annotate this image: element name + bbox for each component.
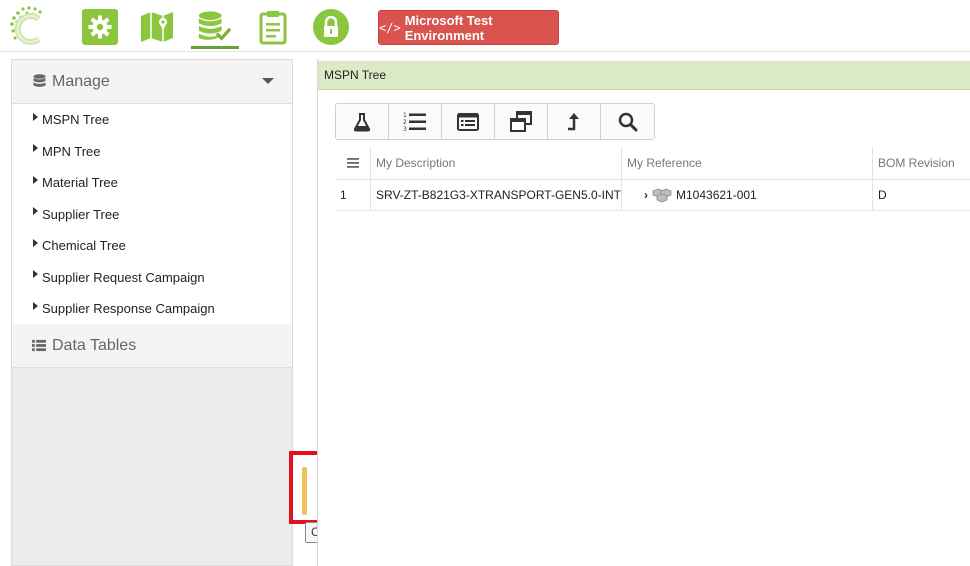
data-tables-label: Data Tables <box>52 336 137 354</box>
column-header-description[interactable]: My Description <box>371 147 622 179</box>
cell-reference: › M1043621-001 <box>622 180 873 210</box>
reference-value: M1043621-001 <box>676 188 757 202</box>
sidebar-item-mspn-tree[interactable]: MSPN Tree <box>12 104 292 136</box>
list-icon <box>32 338 46 354</box>
svg-text:1: 1 <box>403 112 407 119</box>
column-header-bom-revision[interactable]: BOM Revision <box>873 147 970 179</box>
clipboard-icon[interactable] <box>255 9 291 45</box>
caret-right-icon <box>33 207 38 216</box>
caret-right-icon <box>33 112 38 121</box>
gear-icon[interactable] <box>82 9 118 45</box>
search-button[interactable] <box>601 104 654 139</box>
manage-section-header[interactable]: Manage <box>12 60 292 104</box>
cell-description: SRV-ZT-B821G3-XTRANSPORT-GEN5.0-INTEL-2 <box>371 180 622 210</box>
search-icon <box>618 112 637 131</box>
table-list-icon <box>457 112 479 131</box>
chevron-right-icon[interactable]: › <box>644 188 648 202</box>
svg-text:2: 2 <box>403 119 407 126</box>
copy-windows-icon <box>510 110 532 132</box>
table-row[interactable]: 1 SRV-ZT-B821G3-XTRANSPORT-GEN5.0-INTEL-… <box>335 180 970 211</box>
parts-stack-icon <box>652 187 674 203</box>
environment-button[interactable]: </> Microsoft Test Environment <box>378 10 559 45</box>
sidebar-item-label: Material Tree <box>42 175 118 191</box>
sidebar-item-material-tree[interactable]: Material Tree <box>12 167 292 199</box>
caret-right-icon <box>33 175 38 184</box>
column-header-reference[interactable]: My Reference <box>622 147 873 179</box>
database-check-icon[interactable] <box>196 9 232 45</box>
flask-button[interactable] <box>336 104 389 139</box>
manage-menu-list: MSPN Tree MPN Tree Material Tree Supplie… <box>12 104 292 325</box>
column-menu-icon[interactable] <box>335 147 371 179</box>
cell-bom-revision: D <box>878 188 887 202</box>
caret-right-icon <box>33 301 38 310</box>
data-grid: My Description My Reference BOM Revision… <box>335 147 970 211</box>
lock-icon[interactable] <box>313 9 349 45</box>
sidebar-item-mpn-tree[interactable]: MPN Tree <box>12 136 292 168</box>
code-icon: </> <box>379 20 401 35</box>
sidebar-item-label: Supplier Response Campaign <box>42 301 215 317</box>
numbered-list-icon: 1 2 3 <box>403 112 426 133</box>
manage-label: Manage <box>52 72 110 90</box>
caret-right-icon <box>33 238 38 247</box>
database-icon <box>32 74 46 90</box>
sidebar-item-label: MPN Tree <box>42 143 101 159</box>
sidebar-item-chemical-tree[interactable]: Chemical Tree <box>12 230 292 262</box>
sidebar-item-label: Supplier Tree <box>42 206 120 222</box>
sidebar-item-label: Supplier Request Campaign <box>42 269 205 285</box>
sidebar-item-supplier-response-campaign[interactable]: Supplier Response Campaign <box>12 293 292 325</box>
sidebar-item-label: MSPN Tree <box>42 112 110 128</box>
sidebar-item-supplier-request-campaign[interactable]: Supplier Request Campaign <box>12 262 292 294</box>
sidebar-item-supplier-tree[interactable]: Supplier Tree <box>12 199 292 231</box>
svg-text:3: 3 <box>403 126 407 133</box>
move-up-button[interactable] <box>548 104 601 139</box>
chevron-down-icon[interactable] <box>262 78 274 84</box>
grid-header: My Description My Reference BOM Revision <box>335 147 970 180</box>
map-icon[interactable] <box>139 9 175 45</box>
data-tables-section-header[interactable]: Data Tables <box>12 324 292 368</box>
copy-windows-button[interactable] <box>495 104 548 139</box>
numbered-list-button[interactable]: 1 2 3 <box>389 104 442 139</box>
logo-c-icon[interactable] <box>4 2 54 50</box>
row-index: 1 <box>335 180 371 210</box>
caret-right-icon <box>33 270 38 279</box>
environment-button-label: Microsoft Test Environment <box>404 12 493 43</box>
active-tab-indicator <box>191 46 239 49</box>
flask-icon <box>353 112 371 131</box>
sidebar-item-label: Chemical Tree <box>42 238 126 254</box>
table-list-button[interactable] <box>442 104 495 139</box>
panel-title: MSPN Tree <box>318 61 970 90</box>
main-panel: MSPN Tree 1 2 3 My Description My Refere… <box>317 59 970 566</box>
caret-right-icon <box>33 144 38 153</box>
sidebar: Manage MSPN Tree MPN Tree Material Tree … <box>11 59 293 566</box>
grid-toolbar: 1 2 3 <box>335 103 655 140</box>
top-bar: </> Microsoft Test Environment <box>0 0 970 52</box>
arrow-up-icon <box>568 112 579 130</box>
